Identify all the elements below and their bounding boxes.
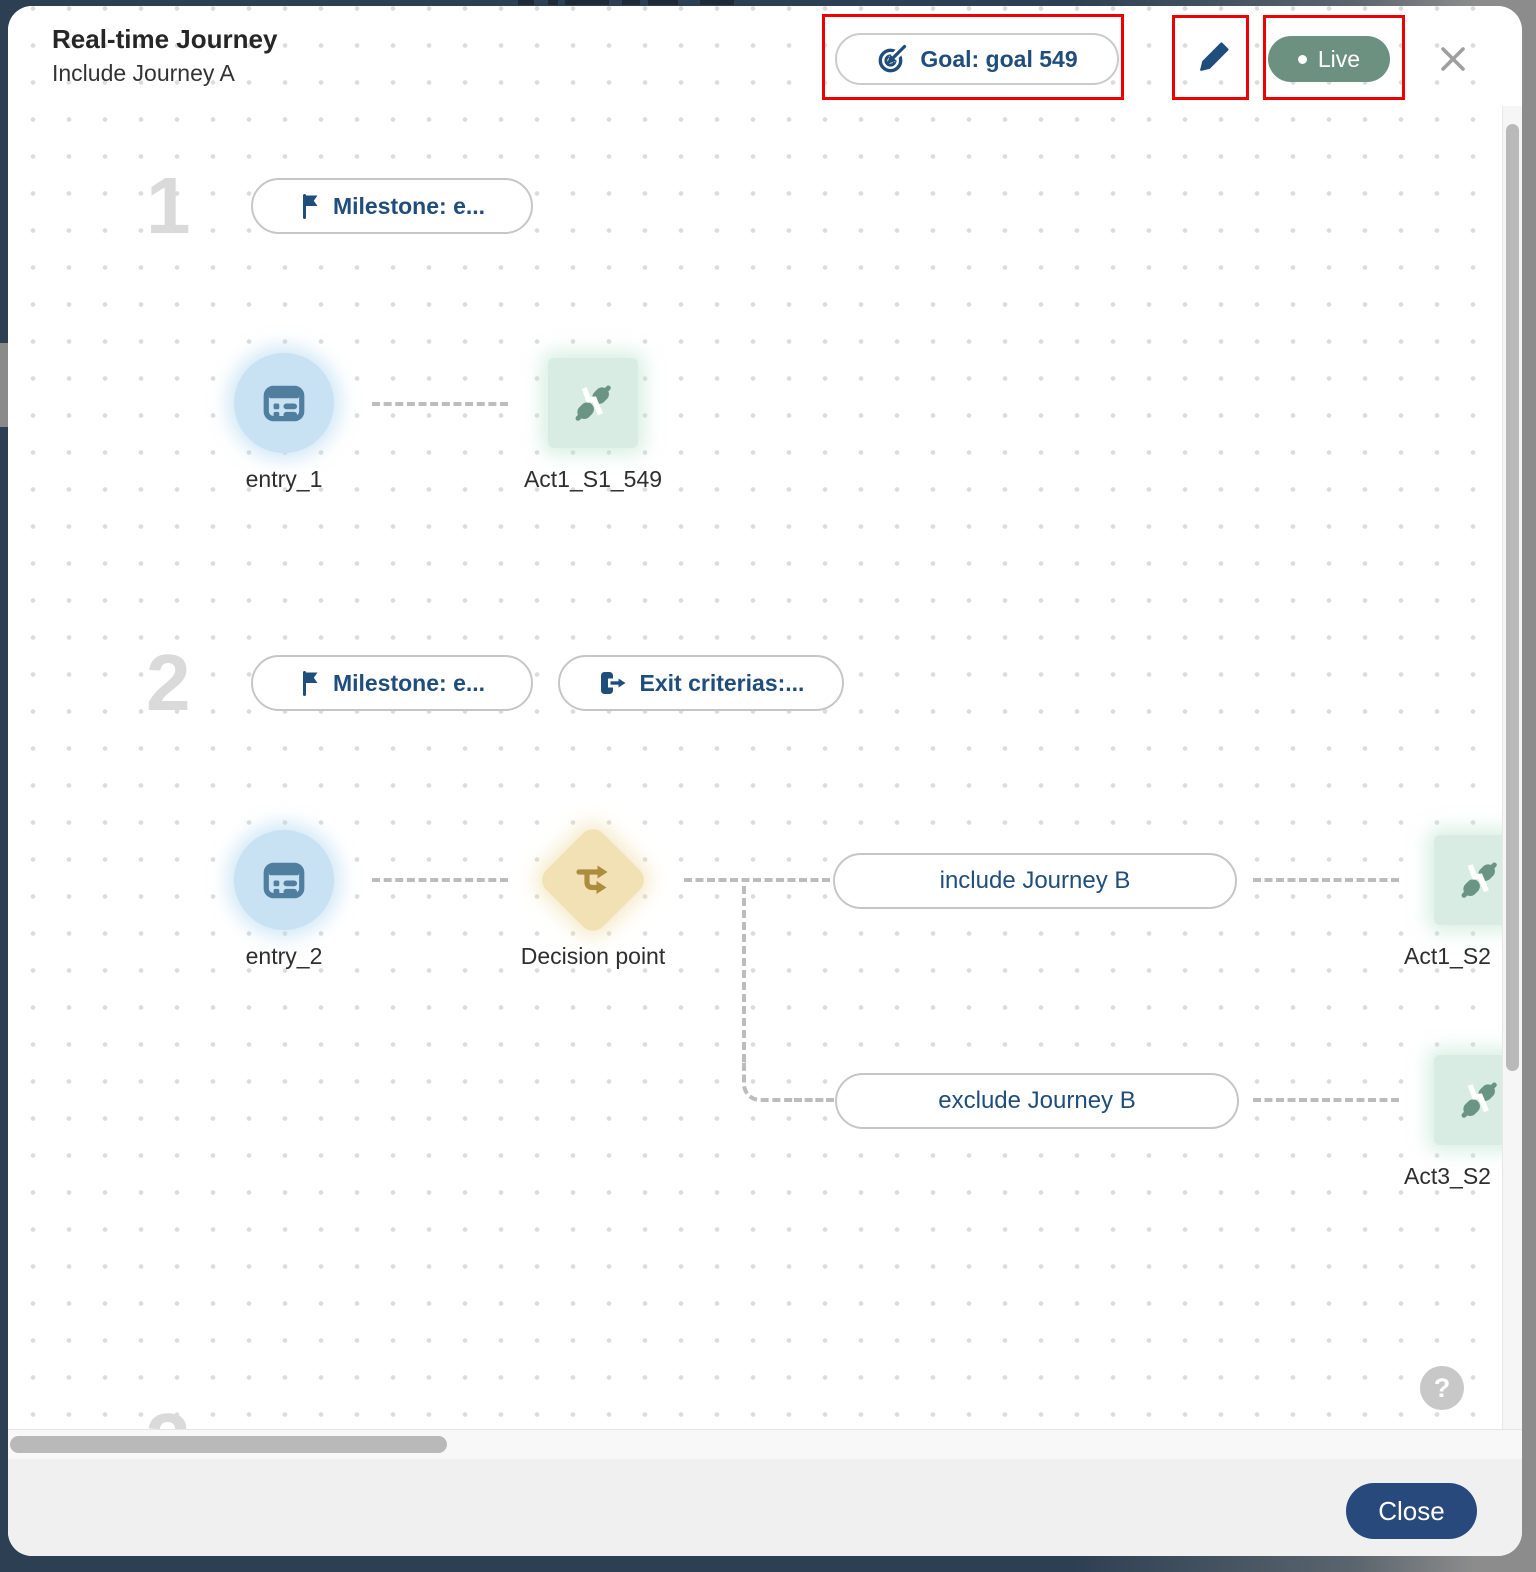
exclude-branch-chip[interactable]: exclude Journey B [835, 1073, 1239, 1129]
flag-icon [299, 669, 321, 697]
goal-button[interactable]: Goal: goal 549 [835, 33, 1119, 85]
entry-node-1[interactable] [234, 353, 334, 453]
journey-dialog: Real-time Journey Include Journey A Goal… [8, 6, 1522, 1556]
connector-dashed [794, 1098, 834, 1102]
help-button[interactable]: ? [1420, 1366, 1464, 1410]
journey-canvas[interactable]: Real-time Journey Include Journey A Goal… [8, 6, 1502, 1429]
stage-2-number: 2 [146, 643, 191, 723]
decision-point-node[interactable] [536, 823, 649, 936]
connector-dashed [742, 886, 746, 1062]
horizontal-scrollbar-thumb[interactable] [10, 1436, 447, 1453]
connector-dashed [1253, 878, 1399, 882]
target-goal-icon [876, 43, 908, 75]
live-status-badge[interactable]: Live [1268, 36, 1390, 82]
form-entry-icon [260, 856, 308, 904]
form-entry-icon [260, 379, 308, 427]
dialog-title: Real-time Journey [52, 24, 277, 55]
backdrop-artifact [565, 0, 609, 5]
entry-node-1-label: entry_1 [184, 466, 384, 493]
page-backdrop: Real-time Journey Include Journey A Goal… [0, 0, 1536, 1572]
activity-node-act1-s2[interactable] [1434, 835, 1502, 925]
connector-dashed [372, 402, 508, 406]
activity-node-act1-s1-label: Act1_S1_549 [505, 466, 681, 493]
include-branch-label: include Journey B [940, 867, 1131, 895]
entry-node-2-label: entry_2 [184, 943, 384, 970]
stage-3-number: 3 [146, 1402, 191, 1429]
vertical-scrollbar-thumb[interactable] [1506, 124, 1519, 1071]
include-branch-chip[interactable]: include Journey B [833, 853, 1237, 909]
activity-node-act3-s2-label: Act3_S2 [1404, 1163, 1502, 1190]
live-status-label: Live [1318, 46, 1360, 73]
exit-criteria-chip-label: Exit criterias:... [640, 670, 805, 697]
milestone-chip-stage1[interactable]: Milestone: e... [251, 178, 533, 234]
trigger-link-icon [1456, 1077, 1502, 1123]
connector-dashed [684, 878, 830, 882]
decision-point-label: Decision point [493, 943, 693, 970]
milestone-chip-label: Milestone: e... [333, 670, 485, 697]
backdrop-artifact [548, 0, 558, 5]
connector-dashed [1253, 1098, 1399, 1102]
exit-icon [598, 669, 628, 697]
goal-button-label: Goal: goal 549 [920, 46, 1077, 73]
milestone-chip-stage2[interactable]: Milestone: e... [251, 655, 533, 711]
activity-node-act1-s2-label: Act1_S2 [1404, 943, 1502, 970]
trigger-link-icon [1456, 857, 1502, 903]
close-button[interactable]: Close [1346, 1483, 1477, 1539]
vertical-scrollbar[interactable] [1502, 106, 1522, 1429]
connector-dashed-elbow [742, 1058, 794, 1102]
backdrop-artifact [622, 0, 640, 5]
exit-criteria-chip-stage2[interactable]: Exit criterias:... [558, 655, 844, 711]
status-dot-icon [1298, 55, 1307, 64]
activity-node-act3-s2[interactable] [1434, 1055, 1502, 1145]
dialog-footer: Close [8, 1459, 1522, 1556]
stage-1-number: 1 [146, 166, 191, 246]
connector-dashed [372, 878, 508, 882]
help-button-label: ? [1434, 1373, 1451, 1404]
edit-button[interactable] [1192, 37, 1234, 79]
horizontal-scrollbar[interactable] [8, 1429, 1522, 1459]
trigger-link-icon [570, 380, 616, 426]
entry-node-2[interactable] [234, 830, 334, 930]
activity-node-act1-s1[interactable] [548, 358, 638, 448]
backdrop-artifact [700, 0, 734, 5]
milestone-chip-label: Milestone: e... [333, 193, 485, 220]
backdrop-scrollbar-fragment [0, 343, 8, 427]
dialog-close-icon[interactable] [1435, 41, 1471, 77]
flag-icon [299, 192, 321, 220]
dialog-subtitle: Include Journey A [52, 60, 235, 87]
backdrop-artifact [518, 0, 534, 5]
exclude-branch-label: exclude Journey B [938, 1087, 1135, 1115]
backdrop-artifact [648, 0, 678, 5]
pencil-icon [1194, 39, 1232, 77]
